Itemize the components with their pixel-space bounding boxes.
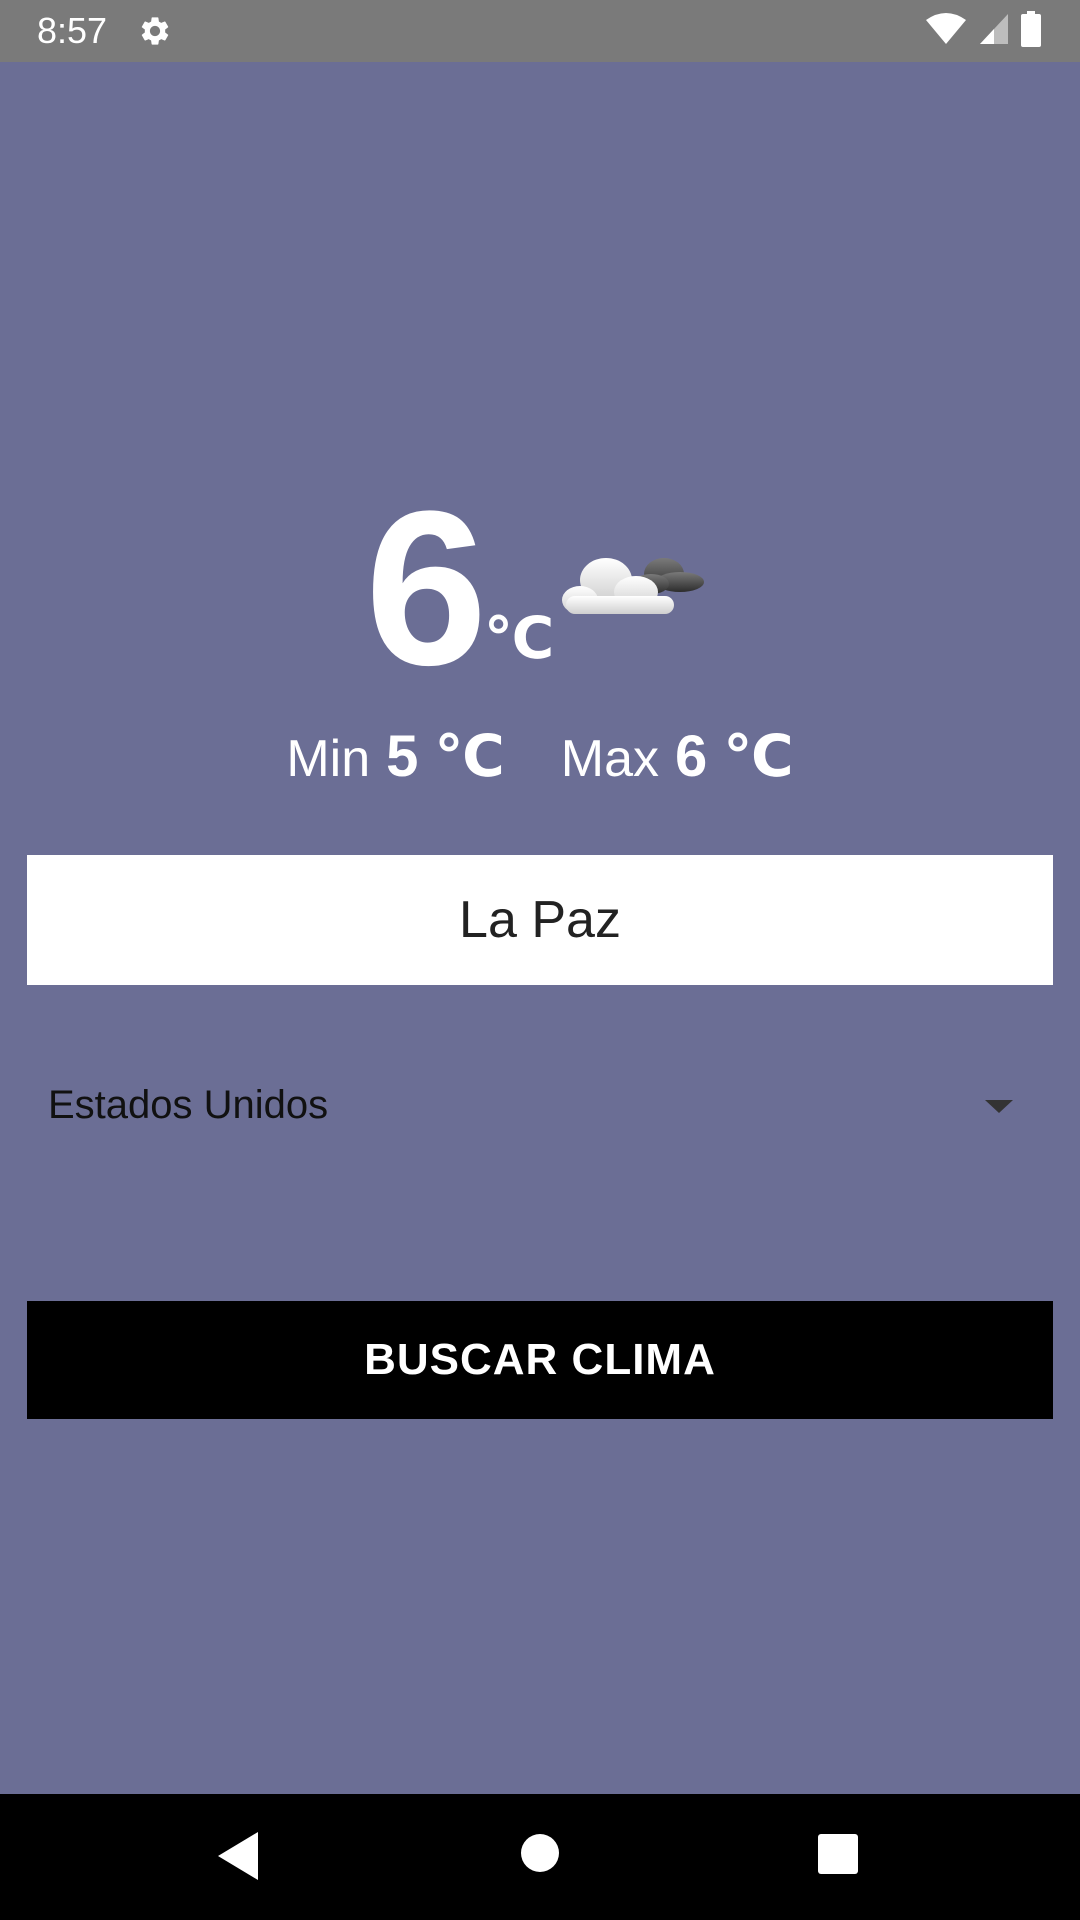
battery-icon — [1020, 10, 1042, 52]
gear-icon — [138, 14, 172, 48]
min-label: Min — [286, 730, 371, 788]
city-input[interactable] — [27, 855, 1053, 985]
home-icon[interactable] — [521, 1834, 559, 1872]
search-weather-button[interactable]: BUSCAR CLIMA — [27, 1301, 1053, 1419]
wifi-icon — [924, 12, 968, 51]
status-bar: 8:57 — [0, 0, 1080, 62]
status-icons — [924, 10, 1042, 52]
signal-icon — [978, 12, 1010, 51]
current-temperature: 6 — [365, 465, 488, 711]
current-weather: 6 ℃ — [0, 478, 1080, 698]
recents-icon[interactable] — [818, 1834, 858, 1874]
min-temperature: Min 5 ℃ — [286, 722, 504, 790]
country-dropdown[interactable]: Estados Unidos — [27, 1060, 1053, 1150]
app-screen: 8:57 6 ℃ Min 5 ℃ Max 6 ℃ La Paz Estados … — [0, 0, 1080, 1920]
dropdown-arrow-icon — [985, 1100, 1013, 1113]
max-temperature: Max 6 ℃ — [561, 722, 794, 790]
min-value: 5 ℃ — [386, 724, 505, 789]
country-selected-value: Estados Unidos — [48, 1083, 329, 1127]
temperature-unit: ℃ — [484, 606, 555, 671]
max-value: 6 ℃ — [675, 724, 794, 789]
back-icon[interactable] — [218, 1832, 258, 1880]
min-max-temperatures: Min 5 ℃ Max 6 ℃ — [0, 722, 1080, 802]
status-time: 8:57 — [37, 10, 108, 51]
max-label: Max — [560, 730, 660, 788]
cloudy-icon — [556, 538, 706, 628]
navigation-bar — [0, 1794, 1080, 1920]
